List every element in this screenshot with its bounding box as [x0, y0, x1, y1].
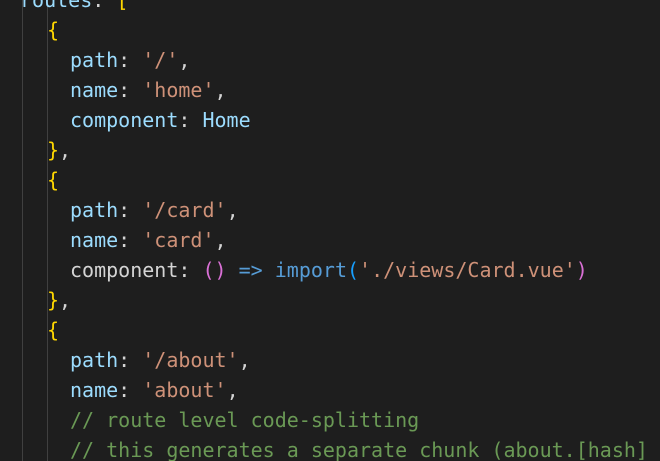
punctuation-token: : — [118, 378, 143, 402]
property-token: routes — [20, 0, 93, 12]
string-token: 'about' — [142, 378, 227, 402]
code-line[interactable]: { — [47, 165, 59, 195]
punctuation-token — [227, 258, 239, 282]
code-line[interactable]: }, — [47, 285, 71, 315]
property-token: name — [70, 228, 119, 252]
brace-token: } — [47, 138, 60, 162]
code-line[interactable]: path: '/', — [70, 45, 190, 75]
indent-guide — [47, 0, 48, 461]
punctuation-token: , — [178, 48, 191, 72]
punctuation-token: : — [118, 228, 143, 252]
punctuation-token: : — [118, 48, 143, 72]
brace-token: [ — [116, 0, 129, 12]
code-line[interactable]: name: 'about', — [70, 375, 239, 405]
property-token: path — [70, 348, 119, 372]
punctuation-token: , — [214, 228, 227, 252]
brace-token: { — [47, 318, 60, 342]
code-line[interactable]: }, — [47, 135, 71, 165]
property-token: name — [70, 78, 119, 102]
punctuation-token: : — [178, 258, 203, 282]
punctuation-token: , — [226, 198, 239, 222]
code-line[interactable]: path: '/about', — [70, 345, 251, 375]
code-line[interactable]: component: () => import('./views/Card.vu… — [70, 255, 588, 285]
code-line[interactable]: // this generates a separate chunk (abou… — [70, 435, 648, 461]
string-token: '/about' — [142, 348, 239, 372]
string-token: '/card' — [142, 198, 227, 222]
punctuation-token: , — [238, 348, 251, 372]
punctuation-token: : — [92, 0, 117, 12]
punctuation-token: , — [226, 378, 239, 402]
punctuation-token: : — [118, 78, 143, 102]
brace-token: { — [47, 18, 60, 42]
string-token: 'home' — [142, 78, 215, 102]
property-token: path — [70, 48, 119, 72]
comment-token: // this generates a separate chunk (abou… — [70, 438, 648, 461]
brace-token: { — [47, 168, 60, 192]
keyword-token: import — [274, 258, 347, 282]
code-line[interactable]: { — [47, 315, 59, 345]
code-line[interactable]: component: Home — [70, 105, 251, 135]
string-token: 'card' — [142, 228, 215, 252]
paren-token: ) — [575, 258, 588, 282]
code-line[interactable]: routes: [ — [20, 0, 128, 15]
punctuation-token — [263, 258, 275, 282]
code-line[interactable]: path: '/card', — [70, 195, 239, 225]
indent-guide — [22, 0, 23, 461]
string-token: '/' — [142, 48, 179, 72]
brace-token: } — [47, 288, 60, 312]
property-token: name — [70, 378, 119, 402]
paren-token: () — [202, 258, 227, 282]
punctuation-token: , — [59, 288, 72, 312]
code-line[interactable]: // route level code-splitting — [70, 405, 419, 435]
string-token: './views/Card.vue' — [359, 258, 576, 282]
punctuation-token: , — [59, 138, 72, 162]
property-token: component — [70, 108, 179, 132]
paren-token: ( — [347, 258, 360, 282]
code-line[interactable]: name: 'card', — [70, 225, 227, 255]
punctuation-token: , — [214, 78, 227, 102]
punctuation-token: : — [118, 348, 143, 372]
code-line[interactable]: { — [47, 15, 59, 45]
identifier-token: Home — [202, 108, 251, 132]
arrow-token: => — [238, 258, 263, 282]
property-token: component — [70, 258, 179, 282]
code-line[interactable]: name: 'home', — [70, 75, 227, 105]
punctuation-token: : — [118, 198, 143, 222]
punctuation-token: : — [178, 108, 203, 132]
property-token: path — [70, 198, 119, 222]
comment-token: // route level code-splitting — [70, 408, 420, 432]
code-editor[interactable]: routes: [{path: '/', name: 'home', compone… — [0, 0, 660, 461]
